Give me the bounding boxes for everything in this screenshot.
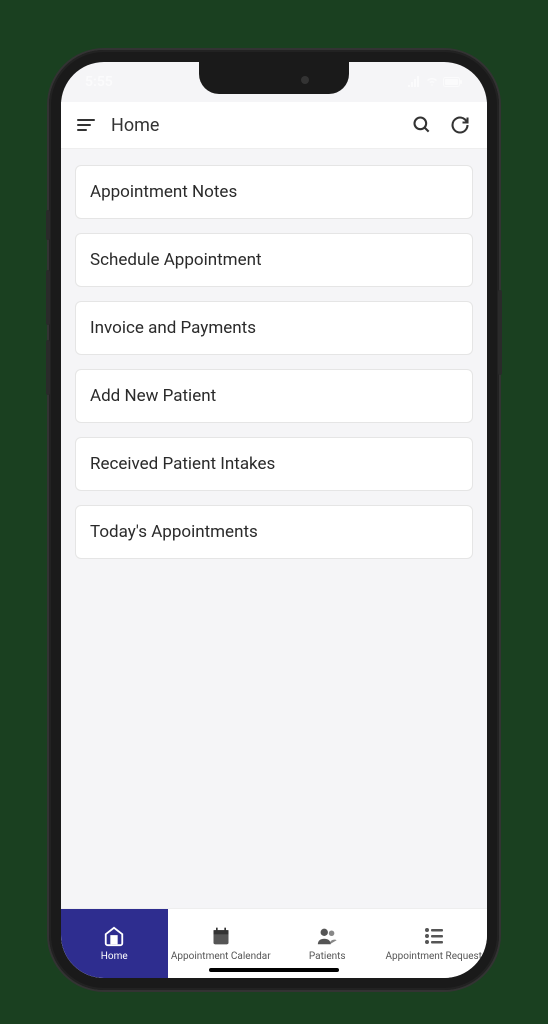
nav-label: Appointment Calendar [171, 951, 271, 962]
calendar-icon [210, 925, 232, 947]
menu-item-add-new-patient[interactable]: Add New Patient [75, 369, 473, 423]
header: Home [61, 102, 487, 149]
menu-item-todays-appointments[interactable]: Today's Appointments [75, 505, 473, 559]
main-content: Appointment Notes Schedule Appointment I… [61, 149, 487, 908]
phone-frame: 5:55 Home Appointment Notes Schedule App… [49, 50, 499, 990]
refresh-icon[interactable] [449, 114, 471, 136]
home-indicator[interactable] [209, 968, 339, 972]
menu-item-received-intakes[interactable]: Received Patient Intakes [75, 437, 473, 491]
menu-item-appointment-notes[interactable]: Appointment Notes [75, 165, 473, 219]
home-icon [103, 925, 125, 947]
status-time: 5:55 [85, 74, 113, 90]
nav-home[interactable]: Home [61, 909, 168, 978]
phone-screen: 5:55 Home Appointment Notes Schedule App… [61, 62, 487, 978]
status-icons [407, 76, 463, 88]
menu-item-schedule-appointment[interactable]: Schedule Appointment [75, 233, 473, 287]
patients-icon [316, 925, 338, 947]
nav-appointment-request[interactable]: Appointment Request [381, 909, 488, 978]
nav-label: Patients [309, 951, 346, 962]
menu-item-invoice-payments[interactable]: Invoice and Payments [75, 301, 473, 355]
menu-icon[interactable] [77, 119, 95, 131]
search-icon[interactable] [411, 114, 433, 136]
list-icon [423, 925, 445, 947]
page-title: Home [111, 115, 395, 136]
nav-label: Appointment Request [386, 951, 482, 962]
nav-label: Home [101, 951, 128, 962]
notch [199, 62, 349, 94]
